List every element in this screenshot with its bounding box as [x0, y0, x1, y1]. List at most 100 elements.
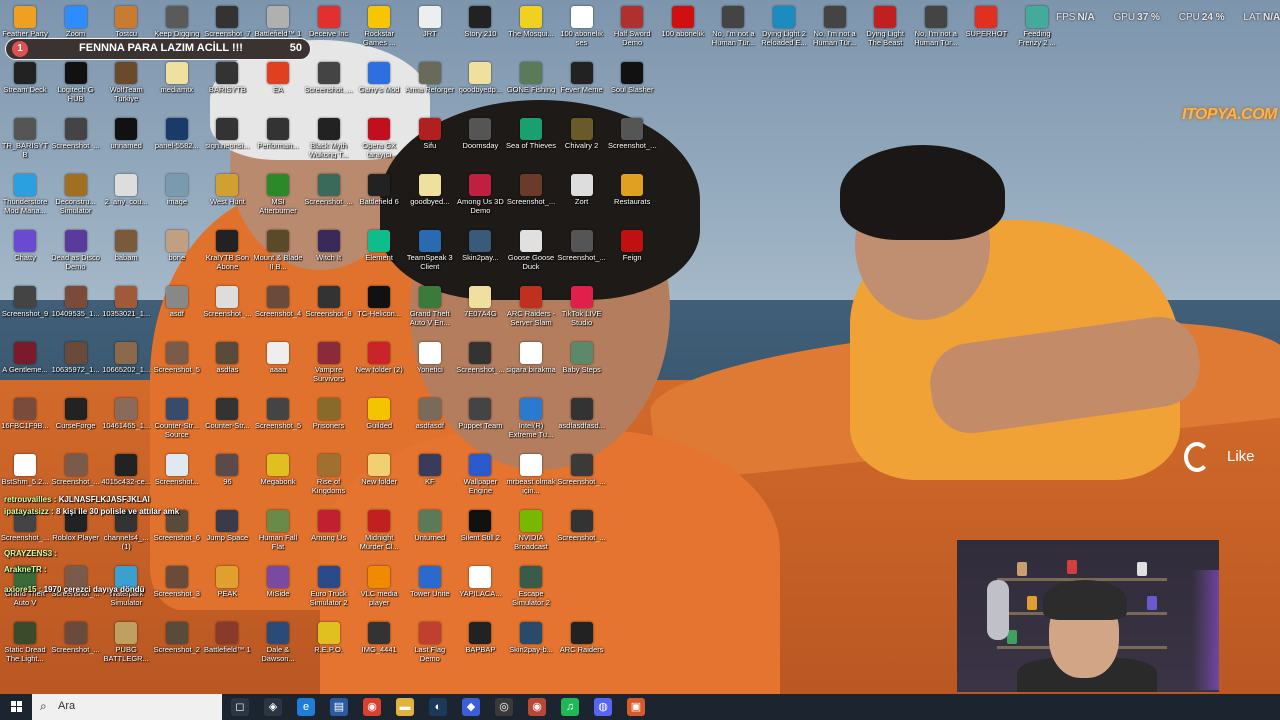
- desktop-icon[interactable]: 10353021_1...: [101, 282, 151, 336]
- desktop-icon[interactable]: mediamtx: [152, 58, 202, 112]
- desktop-icon[interactable]: Arma Reforger: [405, 58, 455, 112]
- desktop-icon[interactable]: Feign: [607, 226, 657, 280]
- desktop-icon[interactable]: Puppet Team: [455, 394, 505, 448]
- edge-icon[interactable]: e: [297, 698, 315, 716]
- desktop-icon[interactable]: MiSide: [253, 562, 303, 616]
- desktop-icon[interactable]: Screenshot_...: [557, 450, 607, 504]
- desktop-icon[interactable]: EA: [253, 58, 303, 112]
- desktop-icon[interactable]: Prisoners: [304, 394, 354, 448]
- desktop-icon[interactable]: bone: [152, 226, 202, 280]
- desktop-icon[interactable]: 7E07A4G: [455, 282, 505, 336]
- desktop-icon[interactable]: asdf: [152, 282, 202, 336]
- desktop-icon[interactable]: SUPERHOT: [961, 2, 1011, 56]
- desktop-icon[interactable]: babam: [101, 226, 151, 280]
- desktop-icon[interactable]: Screenshot_4: [253, 282, 303, 336]
- spotify-icon[interactable]: ♫: [561, 698, 579, 716]
- desktop-icon[interactable]: Screenshot_...: [202, 282, 252, 336]
- files-icon[interactable]: ▤: [330, 698, 348, 716]
- desktop-icon[interactable]: Baby Steps: [557, 338, 607, 392]
- desktop-icon[interactable]: goodbyedp...: [455, 58, 505, 112]
- desktop-icon[interactable]: unnamed: [101, 114, 151, 168]
- desktop-icon[interactable]: Goose Goose Duck: [506, 226, 556, 280]
- desktop-icon[interactable]: Battlefield 6: [354, 170, 404, 224]
- photo-icon[interactable]: ▣: [627, 698, 645, 716]
- desktop-icon[interactable]: 2_any_cou...: [101, 170, 151, 224]
- desktop-icon[interactable]: Story 210: [455, 2, 505, 56]
- desktop-icon[interactable]: Screenshot_...: [455, 338, 505, 392]
- desktop-icon[interactable]: mrbeast olmak için...: [506, 450, 556, 504]
- discord-icon[interactable]: ◍: [594, 698, 612, 716]
- desktop-icon[interactable]: TC-Helicon...: [354, 282, 404, 336]
- desktop-icon[interactable]: aaaa: [253, 338, 303, 392]
- desktop-icon[interactable]: Thunderstore Mod Mana...: [0, 170, 50, 224]
- desktop-icon[interactable]: Yonetici: [405, 338, 455, 392]
- desktop-icon[interactable]: KralYTB Son Abone: [202, 226, 252, 280]
- desktop-icon[interactable]: PUBG BATTLEGR...: [101, 618, 151, 672]
- desktop-icon[interactable]: Rockstar Games ...: [354, 2, 404, 56]
- desktop-icon[interactable]: New folder (2): [354, 338, 404, 392]
- desktop-icon[interactable]: asdfasdf: [405, 394, 455, 448]
- desktop-icon[interactable]: Screenshot_...: [557, 506, 607, 560]
- desktop-icon[interactable]: 10409535_1...: [51, 282, 101, 336]
- desktop-icon[interactable]: Half Sword Demo: [607, 2, 657, 56]
- desktop-icon[interactable]: Feeding Frenzy 2 ...: [1012, 2, 1062, 56]
- desktop-icon[interactable]: Mount & Blade II B...: [253, 226, 303, 280]
- desktop-icon[interactable]: New folder: [354, 450, 404, 504]
- taskbar-search[interactable]: ⌕ Ara: [32, 694, 222, 720]
- desktop-icon[interactable]: asdfasdfasd...: [557, 394, 607, 448]
- desktop-icon[interactable]: Screenshot_5: [152, 338, 202, 392]
- desktop-icon[interactable]: Last Flag Demo: [405, 618, 455, 672]
- desktop-icon[interactable]: Screenshot_9: [0, 282, 50, 336]
- copilot-icon[interactable]: ◈: [264, 698, 282, 716]
- desktop-icon[interactable]: Dying Light The Beast: [860, 2, 910, 56]
- desktop-icon[interactable]: Dying Light 2 Reloaded E...: [759, 2, 809, 56]
- desktop-icon[interactable]: 10461465_1...: [101, 394, 151, 448]
- desktop-icon[interactable]: image: [152, 170, 202, 224]
- desktop-icon[interactable]: Dead as Disco Demo: [51, 226, 101, 280]
- desktop-icon[interactable]: R.E.P.O.: [304, 618, 354, 672]
- desktop-icon[interactable]: sigara bırakma: [506, 338, 556, 392]
- desktop-icon[interactable]: Counter-Str... Source: [152, 394, 202, 448]
- desktop-icon[interactable]: Performan...: [253, 114, 303, 168]
- desktop-icon[interactable]: Vampire Survivors: [304, 338, 354, 392]
- desktop-icon[interactable]: Element: [354, 226, 404, 280]
- desktop-icon[interactable]: panel-5582...: [152, 114, 202, 168]
- desktop-icon[interactable]: Intel(R) Extreme Tu...: [506, 394, 556, 448]
- desktop-icon[interactable]: TeamSpeak 3 Client: [405, 226, 455, 280]
- desktop-icon[interactable]: BAPBAP: [455, 618, 505, 672]
- desktop-icon[interactable]: NVIDIA Broadcast: [506, 506, 556, 560]
- desktop-icon[interactable]: Human Fall Flat: [253, 506, 303, 560]
- desktop-icon[interactable]: MSI Afterburner: [253, 170, 303, 224]
- desktop-icon[interactable]: Restaurats: [607, 170, 657, 224]
- desktop-icon[interactable]: 10665202_1...: [101, 338, 151, 392]
- desktop-icon[interactable]: The Mosqui...: [506, 2, 556, 56]
- desktop-icon[interactable]: CurseForge: [51, 394, 101, 448]
- desktop-icon[interactable]: Doomsday: [455, 114, 505, 168]
- desktop-icon[interactable]: Chivalry 2: [557, 114, 607, 168]
- desktop-icon[interactable]: Screenshot_8: [304, 282, 354, 336]
- desktop-icon[interactable]: Tower Unite: [405, 562, 455, 616]
- desktop-icon[interactable]: Silent Still 2: [455, 506, 505, 560]
- desktop-icon[interactable]: Unturned: [405, 506, 455, 560]
- desktop-icon[interactable]: goodbyed...: [405, 170, 455, 224]
- desktop-icon[interactable]: KF: [405, 450, 455, 504]
- desktop-icon[interactable]: Opera GX tarayıcı: [354, 114, 404, 168]
- desktop-icon[interactable]: GONE Fishing: [506, 58, 556, 112]
- desktop-icon[interactable]: Screenshot_...: [51, 114, 101, 168]
- desktop-icon[interactable]: Fever Meme: [557, 58, 607, 112]
- desktop-icon[interactable]: Witch It: [304, 226, 354, 280]
- desktop-icon[interactable]: IMG_4441: [354, 618, 404, 672]
- desktop-icon[interactable]: Rise of Kingdoms: [304, 450, 354, 504]
- desktop-icon[interactable]: Deconstru... Simulator: [51, 170, 101, 224]
- desktop-icon[interactable]: Among Us: [304, 506, 354, 560]
- desktop-icon[interactable]: No, I'm not a Human Tür...: [810, 2, 860, 56]
- desktop-icon[interactable]: Screenshot_...: [557, 226, 607, 280]
- desktop-icon[interactable]: ARC Raiders: [557, 618, 607, 672]
- desktop-icon[interactable]: Static Dread The Light...: [0, 618, 50, 672]
- desktop-icon[interactable]: Stream Deck: [0, 58, 50, 112]
- explorer-icon[interactable]: ▬: [396, 698, 414, 716]
- task-view-icon[interactable]: ◻: [231, 698, 249, 716]
- app-icon[interactable]: ◆: [462, 698, 480, 716]
- desktop-icon[interactable]: Escape Simulator 2: [506, 562, 556, 616]
- desktop-icon[interactable]: Skin2pay-b...: [506, 618, 556, 672]
